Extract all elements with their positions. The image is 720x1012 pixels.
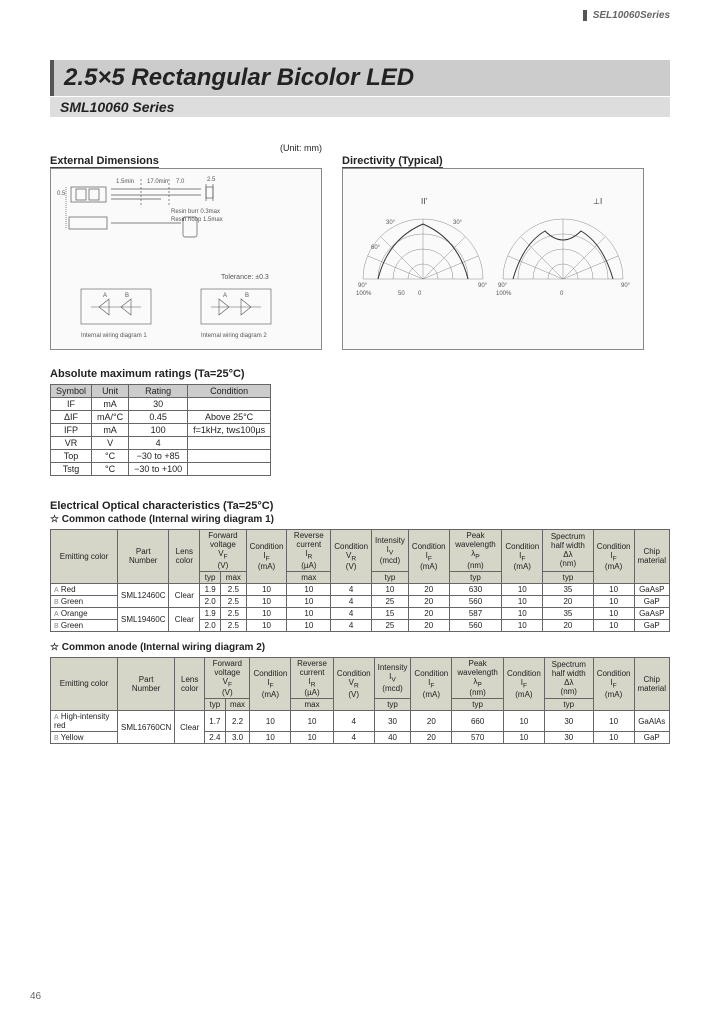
- table-row: IFmA30: [51, 398, 271, 411]
- top-diagrams-row: External Dimensions (Unit: mm): [50, 137, 670, 350]
- abs-max-table: Symbol Unit Rating Condition IFmA30ΔIFmA…: [50, 384, 271, 476]
- cc-table: Emitting colorPartNumberLens colorForwar…: [50, 529, 670, 632]
- directivity-heading: Directivity (Typical): [342, 155, 443, 168]
- svg-text:2.5: 2.5: [207, 177, 216, 183]
- directivity-block: Directivity (Typical): [342, 137, 644, 350]
- datasheet-page: SEL10060Series 2.5×5 Rectangular Bicolor…: [0, 0, 720, 1010]
- title-block: 2.5×5 Rectangular Bicolor LED SML10060 S…: [50, 60, 670, 117]
- svg-text:90°: 90°: [621, 283, 631, 289]
- dimension-drawing-icon: 1.5min 17.0min 7.0 2.5 0.5 Resin burr 0.…: [51, 169, 321, 349]
- cc-heading: ☆ Common cathode (Internal wiring diagra…: [50, 514, 670, 525]
- directivity-diagram: II' ⊥I 90° 90° 100% 0 50 30° 30° 60° 90°…: [342, 168, 644, 350]
- table-row: VRV4: [51, 437, 271, 450]
- svg-text:90°: 90°: [358, 283, 368, 289]
- abs-col-unit: Unit: [92, 385, 129, 398]
- svg-text:Internal wiring diagram 1: Internal wiring diagram 1: [81, 333, 147, 339]
- abs-col-condition: Condition: [188, 385, 271, 398]
- polar-plot-icon: II' ⊥I 90° 90° 100% 0 50 30° 30° 60° 90°…: [343, 169, 643, 349]
- svg-text:Resin hoop 1.5max: Resin hoop 1.5max: [171, 217, 223, 223]
- svg-text:II': II': [421, 197, 427, 206]
- ext-dim-heading: External Dimensions: [50, 155, 159, 168]
- svg-text:1.5min: 1.5min: [116, 179, 134, 185]
- external-dimensions-block: External Dimensions (Unit: mm): [50, 137, 322, 350]
- svg-text:50: 50: [398, 291, 405, 297]
- title-main: 2.5×5 Rectangular Bicolor LED: [50, 60, 670, 96]
- svg-text:Tolerance: ±0.3: Tolerance: ±0.3: [221, 274, 269, 281]
- svg-text:100%: 100%: [356, 291, 372, 297]
- svg-text:B: B: [125, 293, 129, 299]
- abs-max-heading: Absolute maximum ratings (Ta=25°C): [50, 368, 670, 380]
- table-row: Tstg°C−30 to +100: [51, 463, 271, 476]
- svg-text:100%: 100%: [496, 291, 512, 297]
- svg-text:Internal wiring diagram 2: Internal wiring diagram 2: [201, 333, 267, 339]
- svg-text:Resin burr 0.3max: Resin burr 0.3max: [171, 209, 220, 215]
- svg-text:30°: 30°: [386, 220, 396, 226]
- table-row: Top°C−30 to +85: [51, 450, 271, 463]
- eo-heading: Electrical Optical characteristics (Ta=2…: [50, 500, 670, 512]
- svg-text:7.0: 7.0: [176, 179, 185, 185]
- table-row: A High-intensity redSML16760CNClear1.72.…: [51, 711, 670, 732]
- svg-text:B: B: [245, 293, 249, 299]
- svg-text:A: A: [103, 293, 107, 299]
- svg-text:A: A: [223, 293, 227, 299]
- svg-text:90°: 90°: [478, 283, 488, 289]
- ca-heading: ☆ Common anode (Internal wiring diagram …: [50, 642, 670, 653]
- svg-text:⊥I: ⊥I: [593, 197, 602, 206]
- abs-col-rating: Rating: [129, 385, 188, 398]
- table-row: A OrangeSML19460CClear1.92.5101041520587…: [51, 607, 670, 619]
- svg-text:17.0min: 17.0min: [147, 179, 168, 185]
- ca-table: Emitting colorPartNumberLens colorForwar…: [50, 657, 670, 745]
- table-row: A RedSML12460CClear1.92.5101041020630103…: [51, 583, 670, 595]
- svg-text:0: 0: [560, 291, 564, 297]
- svg-text:0: 0: [418, 291, 422, 297]
- table-row: ΔIFmA/°C0.45Above 25°C: [51, 411, 271, 424]
- ext-dim-unit: (Unit: mm): [280, 143, 322, 153]
- svg-text:30°: 30°: [453, 220, 463, 226]
- page-number: 46: [30, 991, 41, 1002]
- table-row: IFPmA100f=1kHz, tw≤100µs: [51, 424, 271, 437]
- svg-text:0.5: 0.5: [57, 191, 66, 197]
- ext-dim-diagram: 1.5min 17.0min 7.0 2.5 0.5 Resin burr 0.…: [50, 168, 322, 350]
- series-header: SEL10060Series: [583, 10, 670, 21]
- title-sub: SML10060 Series: [50, 97, 670, 117]
- svg-text:60°: 60°: [371, 245, 381, 251]
- svg-text:90°: 90°: [498, 283, 508, 289]
- abs-col-symbol: Symbol: [51, 385, 92, 398]
